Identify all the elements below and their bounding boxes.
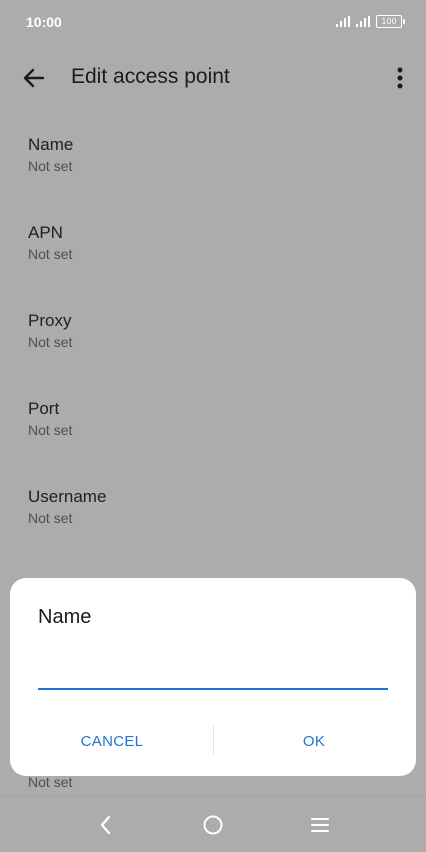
battery-icon: 100 [376, 15, 405, 28]
setting-value: Not set [28, 158, 73, 174]
setting-item-name[interactable]: Name Not set [28, 134, 73, 176]
cancel-button[interactable]: CANCEL [27, 724, 197, 758]
menu-icon [311, 818, 329, 832]
nav-menu-button[interactable] [300, 809, 340, 841]
setting-label: Name [28, 135, 74, 154]
dialog-title: Name [38, 606, 92, 628]
navigation-bar [0, 796, 426, 852]
chevron-left-icon [100, 815, 111, 835]
ok-button[interactable]: OK [229, 724, 399, 758]
name-input[interactable] [38, 644, 388, 690]
setting-value: Not set [28, 510, 73, 526]
setting-label: APN [28, 223, 63, 242]
setting-item-proxy[interactable]: Proxy Not set [28, 310, 72, 352]
page-title: Edit access point [71, 65, 230, 88]
setting-label: Proxy [28, 311, 72, 330]
signal-icon [356, 16, 370, 27]
app-bar: Edit access point [0, 50, 426, 106]
back-arrow-icon[interactable] [18, 62, 50, 94]
status-icons: 100 [336, 15, 405, 28]
nav-home-button[interactable] [193, 809, 233, 841]
button-divider [213, 726, 214, 754]
screen: 10:00 100 Edit access point Name Not set… [0, 0, 426, 852]
setting-label: Username [28, 487, 107, 506]
more-options-icon[interactable] [388, 62, 412, 94]
setting-label: Port [28, 399, 60, 418]
setting-value: Not set [28, 422, 73, 438]
setting-item-apn[interactable]: APN Not set [28, 222, 72, 264]
setting-value: Not set [28, 246, 73, 262]
status-time: 10:00 [26, 14, 62, 30]
name-dialog: Name CANCEL OK [10, 578, 416, 776]
status-bar: 10:00 100 [0, 0, 426, 44]
setting-value: Not set [28, 334, 73, 350]
setting-item-port[interactable]: Port Not set [28, 398, 72, 440]
setting-item-username[interactable]: Username Not set [28, 486, 106, 528]
home-circle-icon [203, 815, 223, 835]
setting-value-partial: Not set [28, 774, 73, 790]
nav-back-button[interactable] [86, 809, 126, 841]
signal-icon [336, 16, 350, 27]
